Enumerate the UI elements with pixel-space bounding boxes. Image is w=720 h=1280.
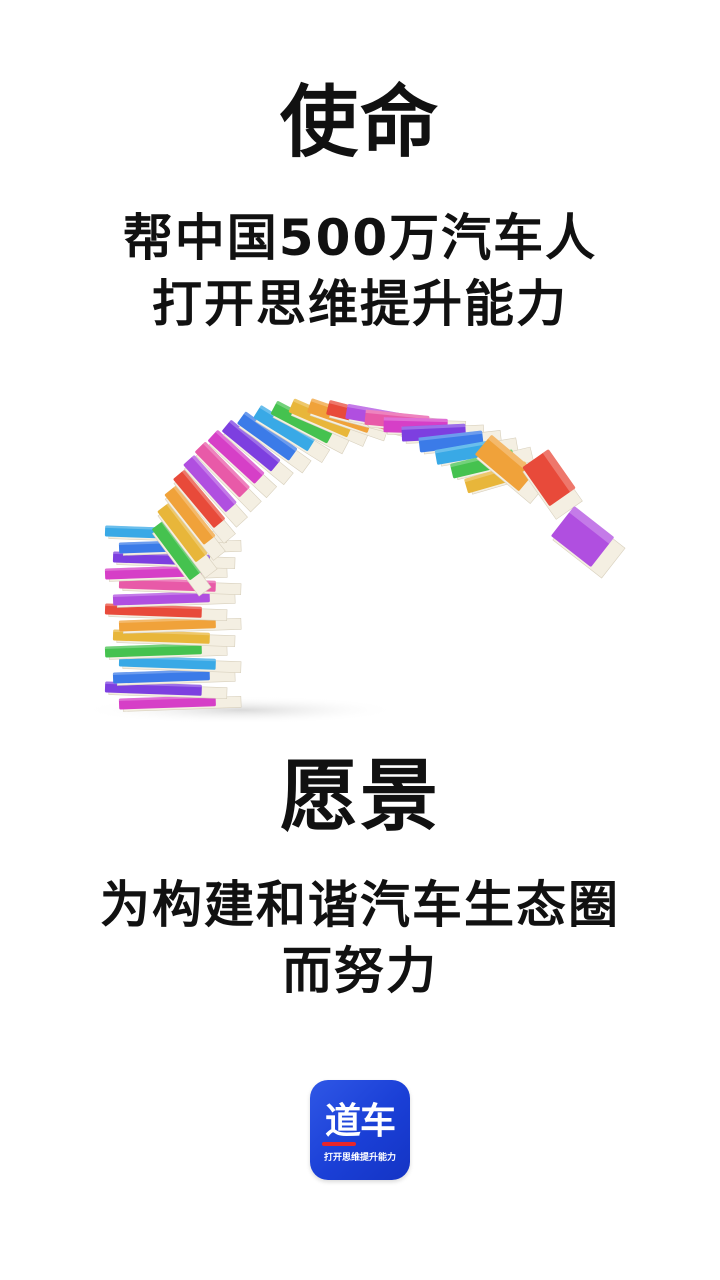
mission-line-2: 打开思维提升能力: [152, 275, 568, 333]
logo-name: 道车: [324, 1101, 396, 1142]
book: [551, 505, 626, 579]
mission-line-1: 帮中国500万汽车人: [122, 209, 598, 267]
logo-red-stroke: [322, 1142, 356, 1146]
mission-text: 帮中国500万汽车人 打开思维提升能力: [0, 205, 720, 337]
splash-screen: 使命 帮中国500万汽车人 打开思维提升能力 愿景 为构建和谐汽车生态圈 而努力…: [0, 0, 720, 1280]
vision-line-1: 为构建和谐汽车生态圈: [100, 876, 620, 934]
app-logo: 道车 打开思维提升能力: [310, 1080, 410, 1180]
logo-tagline: 打开思维提升能力: [323, 1153, 396, 1163]
vision-heading: 愿景: [279, 752, 440, 842]
flying-books-illustration: [90, 398, 626, 724]
vision-line-2: 而努力: [282, 942, 438, 1000]
vision-text: 为构建和谐汽车生态圈 而努力: [0, 872, 720, 1004]
mission-heading: 使命: [279, 78, 440, 168]
